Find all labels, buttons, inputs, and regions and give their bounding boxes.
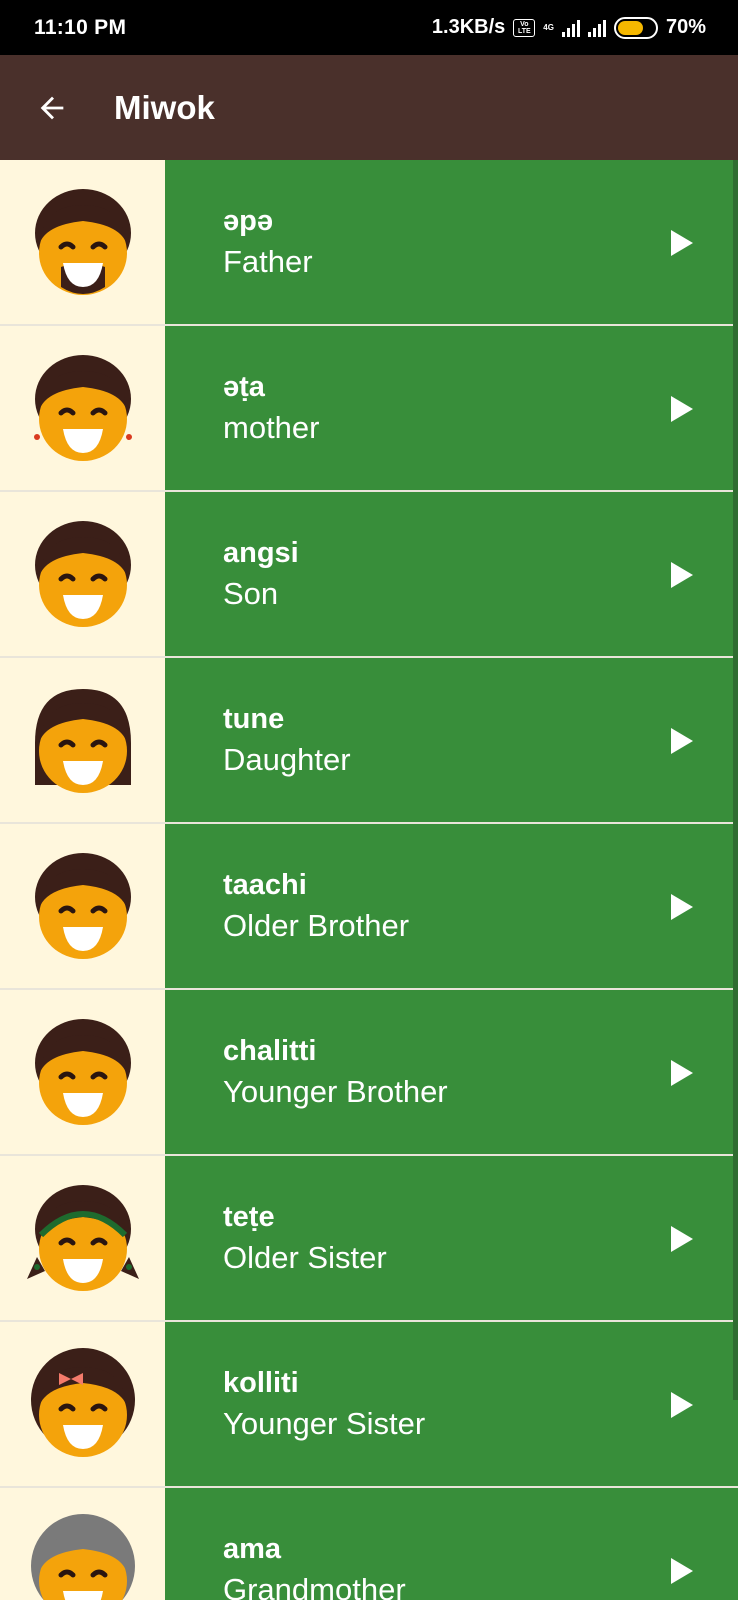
thumbnail xyxy=(0,658,165,824)
play-icon xyxy=(671,1060,693,1086)
miwok-word: tune xyxy=(223,703,285,735)
father-face-icon xyxy=(34,189,131,295)
thumbnail xyxy=(0,492,165,658)
thumbnail xyxy=(0,824,165,990)
older-brother-face-icon xyxy=(34,853,131,959)
play-button[interactable] xyxy=(668,229,696,257)
play-button[interactable] xyxy=(668,1059,696,1087)
thumbnail xyxy=(0,160,165,326)
word-texts: ama Grandmother xyxy=(223,1530,406,1600)
list-item[interactable]: taachi Older Brother xyxy=(0,824,738,990)
play-button[interactable] xyxy=(668,727,696,755)
arrow-back-icon xyxy=(40,96,64,119)
list-item[interactable]: ama Grandmother xyxy=(0,1488,738,1600)
older-sister-face-icon xyxy=(26,1185,139,1291)
word-texts: angsi Son xyxy=(223,534,299,616)
play-icon xyxy=(671,1226,693,1252)
miwok-word: teṭe xyxy=(223,1201,275,1233)
signal-icon xyxy=(587,19,606,37)
play-button[interactable] xyxy=(668,893,696,921)
word-card[interactable]: əṭa mother xyxy=(165,326,738,492)
battery-icon xyxy=(613,16,658,39)
miwok-word: angsi xyxy=(223,537,299,569)
page-title: Miwok xyxy=(114,88,215,126)
english-translation: Younger Sister xyxy=(223,1406,426,1441)
word-texts: əpə Father xyxy=(223,202,313,284)
grandmother-face-icon xyxy=(30,1514,135,1600)
thumbnail xyxy=(0,990,165,1156)
list-item[interactable]: teṭe Older Sister xyxy=(0,1156,738,1322)
play-button[interactable] xyxy=(668,395,696,423)
word-card[interactable]: əpə Father xyxy=(165,160,738,326)
play-icon xyxy=(671,1558,693,1584)
play-icon xyxy=(671,562,693,588)
word-texts: chalitti Younger Brother xyxy=(223,1032,448,1114)
english-translation: Older Sister xyxy=(223,1240,387,1275)
miwok-word: kolliti xyxy=(223,1367,299,1399)
battery-level xyxy=(617,20,644,35)
miwok-word: chalitti xyxy=(223,1035,317,1067)
list-item[interactable]: angsi Son xyxy=(0,492,738,658)
english-translation: Daughter xyxy=(223,742,351,777)
word-texts: taachi Older Brother xyxy=(223,866,409,948)
word-list[interactable]: əpə Father əṭa mother angsi Son tune Dau… xyxy=(0,160,738,1600)
battery-percent: 70% xyxy=(665,16,706,38)
thumbnail xyxy=(0,1488,165,1600)
scrollbar[interactable] xyxy=(733,160,738,1400)
thumbnail xyxy=(0,326,165,492)
word-card[interactable]: angsi Son xyxy=(165,492,738,658)
list-item[interactable]: əpə Father xyxy=(0,160,738,326)
miwok-word: əpə xyxy=(223,205,273,237)
play-button[interactable] xyxy=(668,561,696,589)
younger-brother-face-icon xyxy=(34,1019,131,1125)
miwok-word: ama xyxy=(223,1533,282,1565)
status-time: 11:10 PM xyxy=(34,15,127,39)
english-translation: mother xyxy=(223,410,320,445)
thumbnail xyxy=(0,1322,165,1488)
network-type-icon: 4G xyxy=(543,22,554,32)
word-texts: əṭa mother xyxy=(223,368,319,450)
network-speed: 1.3KB/s xyxy=(431,16,506,38)
app-bar: Miwok xyxy=(0,55,738,160)
son-face-icon xyxy=(34,521,131,627)
younger-sister-face-icon xyxy=(30,1348,135,1457)
english-translation: Grandmother xyxy=(223,1572,406,1600)
play-icon xyxy=(671,894,693,920)
play-icon xyxy=(671,728,693,754)
word-card[interactable]: ama Grandmother xyxy=(165,1488,738,1600)
word-card[interactable]: kolliti Younger Sister xyxy=(165,1322,738,1488)
list-item[interactable]: chalitti Younger Brother xyxy=(0,990,738,1156)
word-card[interactable]: taachi Older Brother xyxy=(165,824,738,990)
play-button[interactable] xyxy=(668,1391,696,1419)
miwok-word: taachi xyxy=(223,869,307,901)
daughter-face-icon xyxy=(34,689,131,793)
list-item[interactable]: kolliti Younger Sister xyxy=(0,1322,738,1488)
list-item[interactable]: əṭa mother xyxy=(0,326,738,492)
play-icon xyxy=(671,1392,693,1418)
english-translation: Older Brother xyxy=(223,908,410,943)
play-button[interactable] xyxy=(668,1225,696,1253)
back-button[interactable] xyxy=(22,78,82,138)
volte-icon: Vo LTE xyxy=(513,18,536,37)
english-translation: Son xyxy=(223,576,279,611)
english-translation: Father xyxy=(223,244,313,279)
miwok-word: əṭa xyxy=(223,371,265,403)
word-texts: teṭe Older Sister xyxy=(223,1198,387,1280)
list-item[interactable]: tune Daughter xyxy=(0,658,738,824)
play-icon xyxy=(671,396,693,422)
play-icon xyxy=(671,230,693,256)
status-bar: 11:10 PM 1.3KB/s Vo LTE 4G 70% xyxy=(0,0,738,55)
word-card[interactable]: chalitti Younger Brother xyxy=(165,990,738,1156)
mother-face-icon xyxy=(33,355,132,461)
word-card[interactable]: teṭe Older Sister xyxy=(165,1156,738,1322)
play-button[interactable] xyxy=(668,1557,696,1585)
status-indicators: 1.3KB/s Vo LTE 4G 70% xyxy=(432,16,706,39)
word-texts: tune Daughter xyxy=(223,700,351,782)
signal-icon xyxy=(561,19,580,37)
thumbnail xyxy=(0,1156,165,1322)
word-texts: kolliti Younger Sister xyxy=(223,1364,425,1446)
word-card[interactable]: tune Daughter xyxy=(165,658,738,824)
english-translation: Younger Brother xyxy=(223,1074,448,1109)
